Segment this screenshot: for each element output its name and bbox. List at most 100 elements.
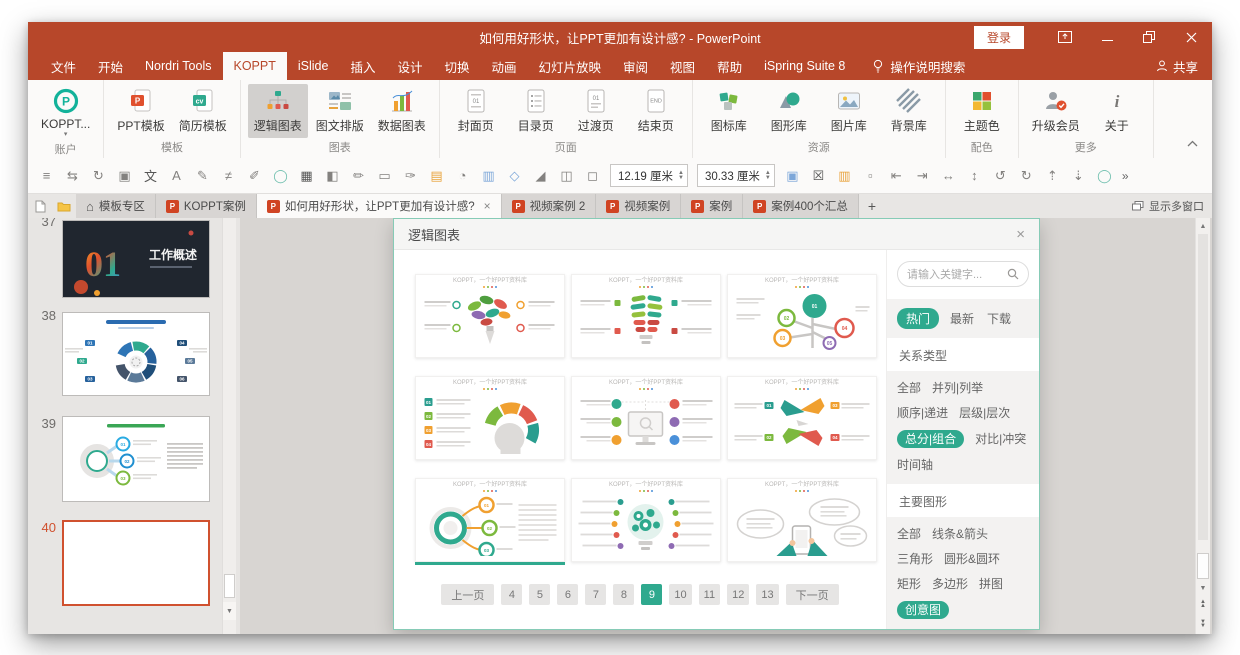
filter-option-2-1[interactable]: 全部 [897, 526, 921, 542]
page-button-12[interactable]: 12 [727, 584, 750, 605]
pickup-style-icon[interactable]: ✐ [242, 164, 267, 187]
menu-tab-12[interactable]: 视图 [659, 52, 706, 80]
strike-format-icon[interactable]: ≠ [216, 164, 241, 187]
gradient-icon[interactable]: ◢ [528, 164, 553, 187]
template-thumbnail-paper-planes[interactable]: KOPPT，一个好PPT资料库 01 02 03 04 [727, 376, 877, 460]
document-tab-5[interactable]: P 视频案例 [596, 194, 682, 218]
data-chart-button[interactable]: 数据图表 [372, 84, 432, 138]
filter-option-2-6[interactable]: 多边形 [932, 576, 968, 592]
align-objects-icon[interactable]: ≡ [34, 164, 59, 187]
slide-panel-scrollbar[interactable]: ▼ [222, 218, 236, 634]
filter-option-2-5[interactable]: 矩形 [897, 576, 921, 592]
main-vertical-scrollbar[interactable]: ▲ ▼ ▲ ▲ ▼ ▼ [1195, 218, 1210, 634]
cover-page-button[interactable]: 01 封面页 [447, 84, 505, 138]
shape-width-input[interactable]: 12.19 厘米 ▲ ▼ [610, 164, 688, 187]
scrollbar-thumb[interactable] [1197, 553, 1209, 579]
rotate-left-icon[interactable]: ↺ [988, 164, 1013, 187]
group-shapes-icon[interactable]: ◫ [554, 164, 579, 187]
keyword-search-input[interactable]: 请输入关键字... [897, 261, 1029, 287]
scrollbar-thumb[interactable] [224, 574, 235, 598]
scroll-up-icon[interactable]: ▲ [1196, 218, 1210, 234]
previous-slide-button[interactable]: ▲ ▲ [1196, 596, 1210, 612]
tell-me-search[interactable]: 操作说明搜索 [872, 52, 965, 80]
filter-option-2-4[interactable]: 圆形&圆环 [944, 551, 1000, 567]
pen-icon[interactable]: ✑ [398, 164, 423, 187]
filter-option-2-8[interactable]: 创意图 [897, 601, 950, 619]
slide-thumbnail-37[interactable]: 01 工作概述 [62, 220, 210, 298]
theme-color-button[interactable]: 主题色 [953, 84, 1011, 138]
login-button[interactable]: 登录 [973, 25, 1024, 49]
filter-option-1-4[interactable]: 层级|层次 [959, 405, 1010, 421]
collapse-ribbon-icon[interactable] [1187, 140, 1198, 147]
show-windows-button[interactable]: 显示多窗口 [1132, 194, 1204, 218]
shape-library-button[interactable]: 图形库 [760, 84, 818, 138]
sort-tab-3[interactable]: 下载 [985, 308, 1013, 329]
scroll-down-icon[interactable]: ▼ [223, 602, 236, 620]
background-library-button[interactable]: 背景库 [880, 84, 938, 138]
template-thumbnail-monitor[interactable]: KOPPT，一个好PPT资料库 [571, 376, 721, 460]
distribute-v-icon[interactable]: ↕ [962, 164, 987, 187]
toc-page-button[interactable]: 目录页 [507, 84, 565, 138]
sort-tab-1[interactable]: 热门 [897, 308, 940, 329]
minimize-icon[interactable] [1086, 22, 1128, 52]
template-thumbnail-gear-bulb[interactable]: KOPPT，一个好PPT资料库 [571, 478, 721, 562]
delete-shape-icon[interactable]: ☒ [806, 164, 831, 187]
align-right-icon[interactable]: ⇥ [910, 164, 935, 187]
filter-option-2-2[interactable]: 线条&箭头 [932, 526, 988, 542]
filter-option-1-2[interactable]: 并列|列举 [932, 380, 983, 396]
ribbon-display-options-icon[interactable] [1044, 22, 1086, 52]
next-slide-button[interactable]: ▼ ▼ [1196, 616, 1210, 632]
filter-option-1-5[interactable]: 总分|组合 [897, 430, 965, 448]
align-left-icon[interactable]: ⇤ [884, 164, 909, 187]
page-button-11[interactable]: 11 [698, 584, 721, 605]
equal-spacing-icon[interactable]: ⇆ [60, 164, 85, 187]
panel-toggle-icon[interactable]: ▣ [780, 164, 805, 187]
filter-option-1-1[interactable]: 全部 [897, 380, 921, 396]
previous-page-button[interactable]: 上一页 [441, 584, 495, 605]
move-down-icon[interactable]: ⇣ [1066, 164, 1091, 187]
bar-chart-icon[interactable]: ▥ [476, 164, 501, 187]
rotate-object-icon[interactable]: ↻ [86, 164, 111, 187]
open-folder-icon[interactable] [52, 194, 76, 218]
resume-template-button[interactable]: cv 简历模板 [173, 84, 233, 138]
menu-tab-5[interactable]: iSlide [287, 52, 340, 80]
about-button[interactable]: i 关于 [1088, 84, 1146, 138]
page-button-9[interactable]: 9 [641, 584, 663, 605]
document-tab-3[interactable]: P 如何用好形状，让PPT更加有设计感? × [256, 194, 502, 218]
koppt-account-button[interactable]: P KOPPT... ▾ [35, 84, 96, 140]
document-tab-7[interactable]: P 案例400个汇总 [743, 194, 859, 218]
ppt-template-button[interactable]: P PPT模板 [111, 84, 170, 138]
template-thumbnail-head-arc[interactable]: KOPPT，一个好PPT资料库 01 02 03 04 [415, 376, 565, 460]
menu-tab-10[interactable]: 幻灯片放映 [528, 52, 613, 80]
template-thumbnail-bulb-segments[interactable]: KOPPT，一个好PPT资料库 [571, 274, 721, 358]
image-library-button[interactable]: 图片库 [820, 84, 878, 138]
dialog-close-icon[interactable]: × [1016, 227, 1025, 242]
page-button-5[interactable]: 5 [529, 584, 551, 605]
page-button-7[interactable]: 7 [585, 584, 607, 605]
shape-combine-icon[interactable]: ◇ [502, 164, 527, 187]
ungroup-shapes-icon[interactable]: ◻ [580, 164, 605, 187]
filter-option-1-7[interactable]: 时间轴 [897, 457, 933, 473]
text-box-icon[interactable]: ▣ [112, 164, 137, 187]
template-thumbnail-pencil-leaves[interactable]: KOPPT，一个好PPT资料库 [415, 274, 565, 358]
document-tab-4[interactable]: P 视频案例 2 [501, 194, 597, 218]
restore-icon[interactable] [1128, 22, 1170, 52]
page-button-4[interactable]: 4 [501, 584, 523, 605]
slide-thumbnail-39[interactable]: 01 02 03 [62, 416, 210, 502]
font-style-icon[interactable]: A [164, 164, 189, 187]
scrollbar-track[interactable] [1198, 234, 1208, 540]
filter-option-2-7[interactable]: 拼图 [979, 576, 1003, 592]
page-button-10[interactable]: 10 [669, 584, 692, 605]
menu-tab-4[interactable]: KOPPT [222, 52, 287, 80]
menu-tab-11[interactable]: 审阅 [612, 52, 659, 80]
page-button-6[interactable]: 6 [557, 584, 579, 605]
circle-shape-icon[interactable]: ◯ [268, 164, 293, 187]
new-tab-button[interactable]: + [859, 194, 885, 218]
image-text-layout-button[interactable]: 图文排版 [310, 84, 370, 138]
format-painter-icon[interactable]: ✎ [190, 164, 215, 187]
filter-option-1-3[interactable]: 顺序|递进 [897, 405, 948, 421]
document-tab-6[interactable]: P 案例 [681, 194, 744, 218]
close-icon[interactable] [1170, 22, 1212, 52]
menu-tab-8[interactable]: 切换 [433, 52, 480, 80]
icon-library-button[interactable]: 图标库 [700, 84, 758, 138]
